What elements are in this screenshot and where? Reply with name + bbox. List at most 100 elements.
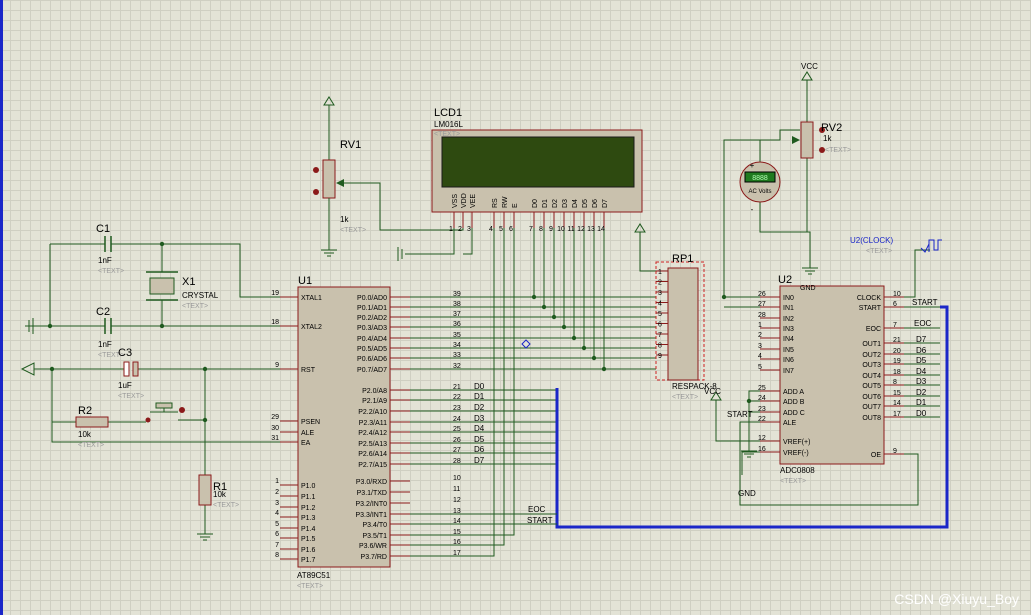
u1-pin-number: 5	[275, 521, 279, 528]
u2-pin-number: 26	[758, 291, 766, 298]
junction-dot	[202, 366, 208, 372]
u2-pin-name: OUT3	[862, 362, 881, 369]
clock-text-placeholder: <TEXT>	[866, 248, 892, 255]
pushbutton[interactable]	[155, 402, 173, 409]
r1-text-placeholder: <TEXT>	[213, 502, 239, 509]
u1-pin-name: P1.3	[301, 515, 316, 522]
u1-pin-name: XTAL2	[301, 324, 322, 331]
u2-pin-number: 10	[893, 291, 901, 298]
u1-pin-number: 18	[271, 319, 279, 326]
voltmeter-plus: +	[750, 161, 755, 170]
power-arrow-icon	[801, 71, 813, 81]
voltmeter-minus: -	[751, 205, 754, 214]
lcd-pin-number: 12	[577, 226, 585, 233]
u1-pin-number: 37	[453, 311, 461, 318]
u2-pin-name: START	[859, 305, 882, 312]
circuit-schematic: LCD1LM016L <TEXT> VSS 1 VDD 2 VEE 3 RS 4 RW 5 E 6 D0 7 D…	[20, 62, 949, 590]
rv2-text-placeholder: <TEXT>	[825, 147, 851, 154]
clock-label: U2(CLOCK)	[850, 236, 893, 245]
bus-label: D5	[474, 435, 485, 444]
u2-pin-number: 28	[758, 312, 766, 319]
u2-pin-name: ADD B	[783, 399, 805, 406]
u1-pin-name: P3.6/WR	[359, 543, 387, 550]
u1-pin-name: ALE	[301, 430, 315, 437]
u2-pin-name: IN2	[783, 316, 794, 323]
rv1-ref: RV1	[340, 139, 361, 151]
u1-pin-name: P0.5/AD5	[357, 346, 387, 353]
u2-pin-number: 21	[893, 337, 901, 344]
wire	[405, 228, 455, 255]
u2-pin-number: 24	[758, 395, 766, 402]
r2-body[interactable]	[75, 416, 109, 428]
u2-pin-number: 25	[758, 385, 766, 392]
rp1-ref: RP1	[672, 253, 693, 265]
crystal-x1[interactable]	[149, 277, 175, 295]
u1-pin-number: 31	[271, 435, 279, 442]
c1-text-placeholder: <TEXT>	[98, 268, 124, 275]
rv2-wiper-arrow	[792, 136, 800, 144]
lcd-pin-number: 7	[529, 226, 533, 233]
lcd-pin-number: 13	[587, 226, 595, 233]
lcd-pin-label: VDD	[461, 193, 468, 208]
u1-pin-name: P1.5	[301, 536, 316, 543]
u1-pin-name: P1.4	[301, 526, 316, 533]
rv1-body[interactable]	[322, 159, 336, 199]
rv2-body[interactable]	[800, 121, 814, 159]
u1-pin-number: 15	[453, 529, 461, 536]
u1-pin-number: 14	[453, 518, 461, 525]
u1-pin-name: P2.5/A13	[358, 441, 387, 448]
rv1-wiper-arrow	[336, 179, 344, 187]
lcd-pin-number: 11	[567, 226, 574, 233]
lcd-pin-number: 4	[489, 226, 493, 233]
u2-pin-name: OE	[871, 452, 881, 459]
u1-pin-name: P2.6/A14	[358, 451, 387, 458]
u2-pin-name: IN3	[783, 326, 794, 333]
lcd-pin-number: 5	[499, 226, 503, 233]
r1-value: 10k	[213, 490, 227, 499]
wire	[111, 243, 280, 298]
u1-pin-name: RST	[301, 367, 316, 374]
bus-label: D6	[474, 445, 485, 454]
u1-pin-number: 8	[275, 552, 279, 559]
u1-pin-number: 11	[453, 486, 460, 493]
u1-pin-number: 39	[453, 291, 461, 298]
power-arrow-icon	[20, 362, 35, 376]
u2-pin-number: 22	[758, 416, 766, 423]
rp1-respack[interactable]	[667, 267, 699, 381]
u1-pin-name: P2.2/A10	[358, 409, 387, 416]
u1-pin-number: 22	[453, 394, 461, 401]
u2-pin-name: CLOCK	[857, 295, 881, 302]
adc-bus-label: D3	[916, 377, 927, 386]
u1-pin-name: P1.7	[301, 557, 316, 564]
lcd-pin-number: 3	[467, 226, 471, 233]
u2-pin-name: OUT4	[862, 373, 881, 380]
lcd-pin-label: VEE	[470, 194, 477, 208]
clock-wave-icon	[928, 239, 942, 251]
u2-pin-number: 2	[758, 332, 762, 339]
u1-pin-number: 24	[453, 416, 461, 423]
u1-pin-number: 6	[275, 531, 279, 538]
u1-pin-name: P1.2	[301, 505, 316, 512]
c3-text-placeholder: <TEXT>	[118, 393, 144, 400]
u2-pin-number: 1	[758, 322, 762, 329]
u2-ref: U2	[778, 274, 792, 286]
u1-pin-name: P3.5/T1	[362, 533, 387, 540]
junction-dot	[581, 345, 587, 351]
u2-pin-name: VREF(+)	[783, 439, 810, 446]
bus-label: D7	[474, 456, 485, 465]
u1-pin-name: P3.1/TXD	[357, 490, 387, 497]
r1-body[interactable]	[198, 474, 212, 506]
lcd-pin-number: 10	[557, 226, 565, 233]
u1-pin-number: 2	[275, 489, 279, 496]
u1-pin-name: P0.1/AD1	[357, 305, 387, 312]
c2-value: 1nF	[98, 340, 112, 349]
lcd-pin-number: 2	[458, 226, 462, 233]
u1-pin-name: P3.7/RD	[361, 554, 387, 561]
wire	[715, 400, 760, 442]
u1-pin-name: P2.3/A11	[359, 420, 387, 427]
u1-pin-number: 33	[453, 352, 461, 359]
x1-value: CRYSTAL	[182, 291, 219, 300]
cursor-marker	[521, 339, 531, 349]
voltmeter-unit: AC Volts	[748, 189, 771, 195]
junction-dot	[571, 335, 577, 341]
